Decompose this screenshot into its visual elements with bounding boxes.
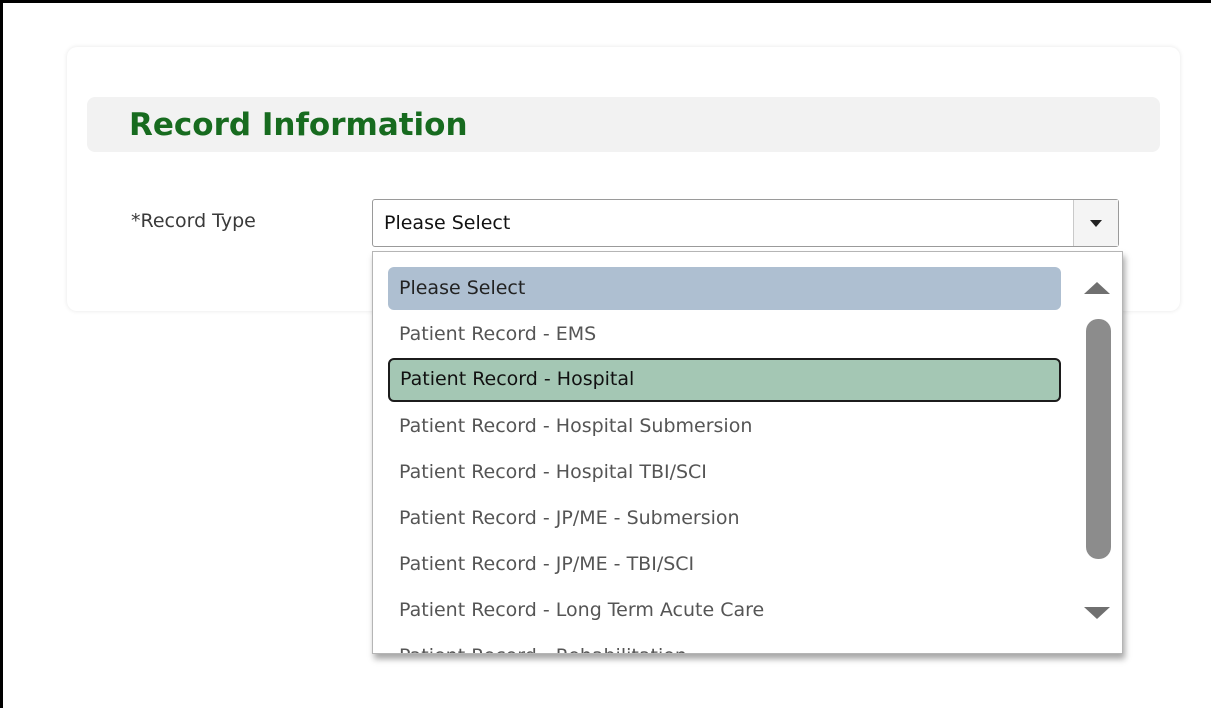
- scrollbar-thumb[interactable]: [1086, 319, 1111, 559]
- dropdown-option-jp-me-tbi-sci[interactable]: Patient Record - JP/ME - TBI/SCI: [388, 542, 1061, 586]
- dropdown-option-ems[interactable]: Patient Record - EMS: [388, 312, 1061, 356]
- record-type-label: *Record Type: [131, 210, 256, 232]
- dropdown-option-hospital-submersion[interactable]: Patient Record - Hospital Submersion: [388, 404, 1061, 448]
- scroll-down-arrow-icon[interactable]: [1084, 607, 1110, 619]
- dropdown-option-please-select[interactable]: Please Select: [388, 267, 1061, 310]
- chevron-down-icon[interactable]: [1073, 200, 1118, 246]
- dropdown-option-long-term-acute-care[interactable]: Patient Record - Long Term Acute Care: [388, 588, 1061, 632]
- dropdown-option-rehabilitation[interactable]: Patient Record - Rehabilitation: [388, 634, 1061, 653]
- dropdown-option-hospital-tbi-sci[interactable]: Patient Record - Hospital TBI/SCI: [388, 450, 1061, 494]
- section-title: Record Information: [129, 107, 468, 143]
- dropdown-option-jp-me-submersion[interactable]: Patient Record - JP/ME - Submersion: [388, 496, 1061, 540]
- record-type-selected-value: Please Select: [384, 212, 511, 234]
- record-type-select[interactable]: Please Select: [372, 199, 1119, 247]
- record-type-dropdown-list: Please Select Patient Record - EMS Patie…: [372, 251, 1123, 654]
- scroll-up-arrow-icon[interactable]: [1084, 282, 1110, 294]
- dropdown-scrollbar[interactable]: [1081, 267, 1116, 647]
- dropdown-option-hospital[interactable]: Patient Record - Hospital: [388, 358, 1061, 402]
